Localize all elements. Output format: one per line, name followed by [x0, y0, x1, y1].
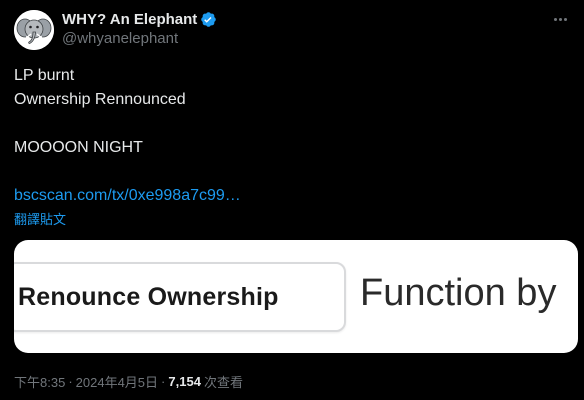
tweet-link-line: bscscan.com/tx/0xe998a7c99…	[14, 184, 574, 208]
more-options-icon[interactable]	[548, 12, 572, 26]
tweet-date[interactable]: 2024年4月5日	[76, 372, 158, 391]
views-count: 7,154	[168, 374, 201, 389]
author-header: WHY? An Elephant @whyanelephant	[62, 9, 217, 47]
tweet-line	[14, 112, 574, 136]
meta-separator: ·	[161, 374, 166, 389]
tweet-time[interactable]: 下午8:35	[14, 372, 65, 391]
avatar[interactable]	[14, 10, 54, 50]
tweet-line: Ownership Rennounced	[14, 91, 186, 108]
tweet-line	[14, 160, 574, 184]
translate-post-link[interactable]: 翻譯貼文	[14, 209, 66, 228]
display-name-row: WHY? An Elephant	[62, 9, 217, 29]
tweet-card: WHY? An Elephant @whyanelephant LP burnt…	[0, 0, 584, 400]
renounce-ownership-image-button: Renounce Ownership	[14, 262, 346, 332]
views-label: 次查看	[203, 375, 243, 390]
media-image[interactable]: Renounce Ownership Function by	[14, 240, 578, 353]
verified-badge-icon	[200, 11, 217, 28]
meta-separator: ·	[68, 374, 73, 389]
function-by-text: Function by	[360, 272, 557, 314]
tweet-line: LP burnt	[14, 67, 75, 84]
elephant-avatar-icon	[14, 10, 54, 50]
tweet-text: LP burnt Ownership Rennounced MOOOON NIG…	[14, 64, 574, 208]
author-display-name[interactable]: WHY? An Elephant	[62, 11, 197, 28]
tx-link[interactable]: bscscan.com/tx/0xe998a7c99…	[14, 187, 241, 204]
tweet-line: MOOOON NIGHT	[14, 139, 143, 156]
tweet-meta: 下午8:35 · 2024年4月5日 · 7,154 次查看	[14, 372, 243, 391]
author-handle[interactable]: @whyanelephant	[62, 30, 217, 47]
